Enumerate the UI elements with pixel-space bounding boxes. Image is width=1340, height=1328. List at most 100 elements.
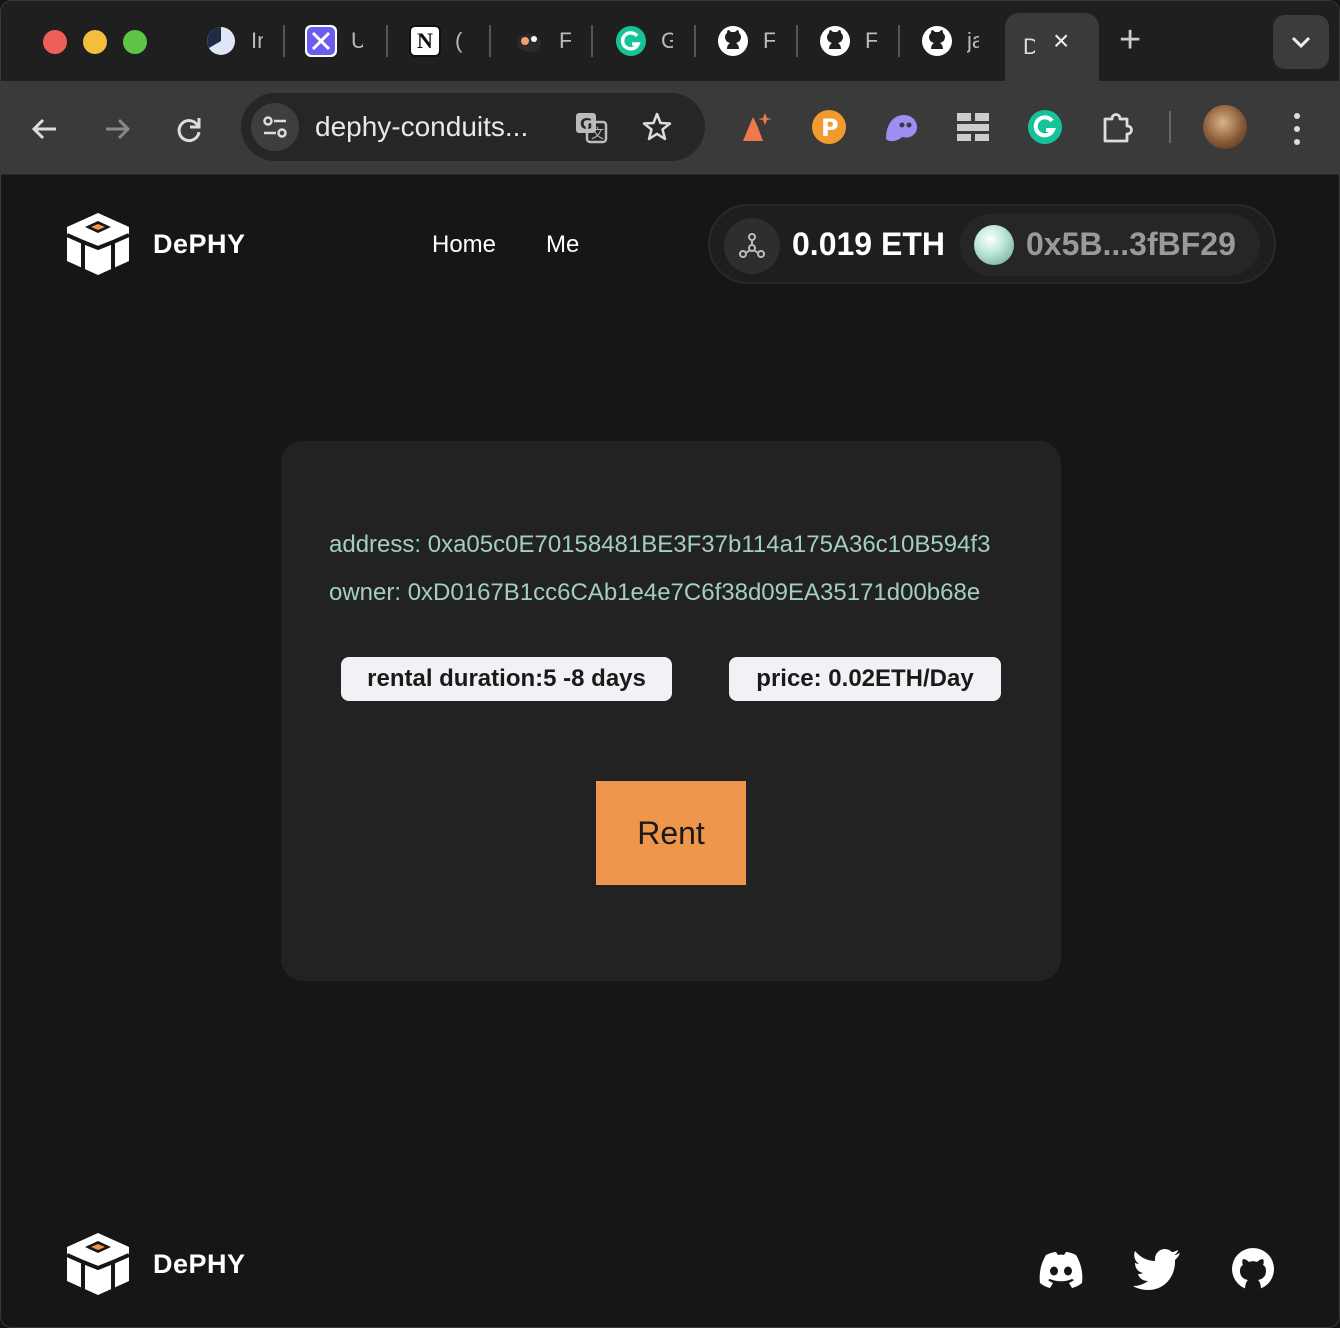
bookmark-button[interactable]	[639, 109, 675, 145]
github-icon	[819, 25, 851, 57]
account-avatar	[974, 225, 1014, 265]
url-text: dephy-conduits...	[315, 111, 529, 142]
tab-title: (	[455, 28, 463, 53]
reload-icon	[177, 118, 201, 142]
github-icon	[717, 25, 749, 57]
device-owner: owner: 0xD0167B1cc6CAb1e4e7C6f38d09EA351…	[329, 579, 981, 606]
brand-name: DePHY	[153, 1248, 246, 1279]
tab-search-button[interactable]	[1273, 15, 1329, 69]
address-bar[interactable]: dephy-conduits... G文	[241, 93, 705, 161]
star-icon	[642, 112, 672, 141]
close-tab-icon[interactable]: ×	[1053, 27, 1069, 55]
tab-title: F	[559, 28, 571, 54]
grammarly-icon	[615, 25, 647, 57]
notion-icon: N	[409, 25, 441, 57]
extension-button[interactable]: P	[809, 107, 849, 147]
linear-app-icon	[305, 25, 337, 57]
extension-button[interactable]	[1025, 107, 1065, 147]
tab-title: G	[661, 28, 673, 54]
tune-icon	[263, 116, 287, 138]
dephy-logo-icon	[66, 1233, 130, 1295]
mascot-icon	[513, 25, 545, 57]
nav-me-link[interactable]: Me	[546, 231, 579, 259]
p-coin-icon: P	[812, 110, 846, 144]
arrow-right-icon	[106, 118, 131, 140]
browser-window: In U N ( F G	[0, 0, 1340, 1328]
browser-tab[interactable]: In	[191, 15, 291, 67]
extension-button[interactable]	[881, 107, 921, 147]
tab-divider	[796, 25, 798, 57]
github-icon	[1232, 1248, 1274, 1290]
translate-button[interactable]: G文	[573, 109, 609, 145]
brand-name: DePHY	[153, 228, 246, 259]
tab-divider	[591, 25, 593, 57]
dot-icon	[1294, 139, 1300, 145]
back-button[interactable]	[25, 109, 65, 149]
rental-duration-badge: rental duration:5 -8 days	[341, 657, 672, 701]
forward-button[interactable]	[97, 109, 137, 149]
browser-menu-button[interactable]	[1283, 109, 1311, 149]
browser-tab[interactable]: F	[703, 15, 803, 67]
discord-link[interactable]	[1035, 1243, 1087, 1295]
nav-home-link[interactable]: Home	[432, 231, 496, 259]
github-icon	[921, 25, 953, 57]
github-link[interactable]	[1227, 1243, 1279, 1295]
browser-tab[interactable]: F	[499, 15, 599, 67]
extension-button[interactable]	[953, 107, 993, 147]
browser-tab[interactable]: ja	[907, 15, 1007, 67]
header-logo[interactable]: DePHY	[63, 211, 246, 277]
browser-tab[interactable]: U	[291, 15, 391, 67]
discord-icon	[1039, 1252, 1083, 1288]
network-button[interactable]	[724, 218, 780, 274]
tab-title: F	[763, 28, 775, 54]
network-icon	[739, 233, 765, 258]
profile-avatar[interactable]	[1203, 105, 1247, 149]
tab-divider	[898, 25, 900, 57]
tab-divider	[386, 25, 388, 57]
translate-icon: G文	[576, 113, 608, 144]
toolbar-divider	[1169, 111, 1171, 143]
rent-button[interactable]: Rent	[596, 781, 746, 885]
new-tab-button[interactable]: +	[1119, 21, 1141, 59]
browser-toolbar: dephy-conduits... G文 P	[1, 81, 1339, 175]
tab-title: F	[865, 28, 877, 54]
account-button[interactable]: 0x5B...3fBF29	[960, 214, 1260, 276]
tab-divider	[283, 25, 285, 57]
twitter-link[interactable]	[1131, 1243, 1183, 1295]
tab-title: D	[1023, 34, 1035, 60]
tab-title: U	[351, 28, 363, 54]
window-maximize-button[interactable]	[123, 30, 147, 54]
device-address: address: 0xa05c0E70158481BE3F37b114a175A…	[329, 531, 991, 558]
tab-divider	[489, 25, 491, 57]
window-close-button[interactable]	[43, 30, 67, 54]
device-card: address: 0xa05c0E70158481BE3F37b114a175A…	[281, 441, 1061, 981]
tab-title: ja	[967, 28, 979, 53]
browser-tab[interactable]: N (	[395, 15, 495, 67]
extensions-menu-button[interactable]	[1097, 107, 1137, 147]
price-badge: price: 0.02ETH/Day	[729, 657, 1001, 701]
svg-text:P: P	[821, 114, 839, 142]
dephy-logo-icon	[66, 213, 130, 275]
grid-icon	[957, 113, 989, 141]
wallet-widget: 0.019 ETH 0x5B...3fBF29	[708, 204, 1276, 284]
browser-tab[interactable]: G	[601, 15, 701, 67]
ai-spark-icon	[743, 113, 772, 141]
tab-strip: In U N ( F G	[1, 1, 1339, 81]
reload-button[interactable]	[169, 109, 209, 149]
web-page: DePHY Home Me 0.019 ETH 0x5B...3fBF29 ad…	[1, 175, 1339, 1327]
window-minimize-button[interactable]	[83, 30, 107, 54]
footer-logo[interactable]: DePHY	[63, 1231, 246, 1297]
extension-button[interactable]	[737, 107, 777, 147]
ghost-icon	[886, 115, 917, 142]
account-address: 0x5B...3fBF29	[1026, 226, 1236, 262]
puzzle-icon	[1103, 113, 1133, 143]
arrow-left-icon	[31, 118, 56, 140]
site-info-button[interactable]	[251, 103, 299, 151]
active-tab[interactable]: D ×	[1005, 13, 1099, 81]
chevron-down-icon	[1291, 36, 1311, 49]
tab-title: In	[251, 28, 263, 53]
pie-chart-icon	[205, 25, 237, 57]
tab-divider	[694, 25, 696, 57]
browser-tab[interactable]: F	[805, 15, 905, 67]
dot-icon	[1294, 126, 1300, 132]
